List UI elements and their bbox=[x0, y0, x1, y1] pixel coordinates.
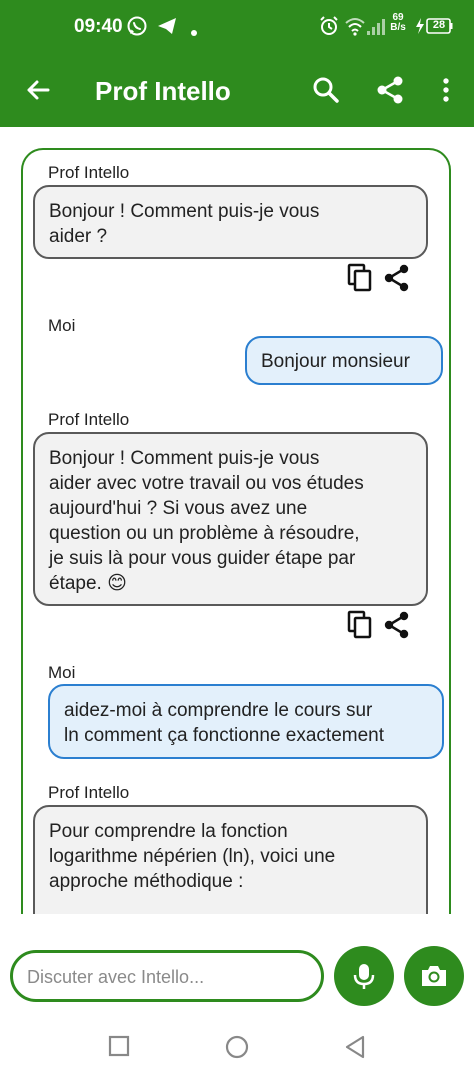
page-title: Prof Intello bbox=[95, 76, 231, 106]
message-sender: Prof Intello bbox=[48, 783, 130, 802]
network-speed: 69 B/s bbox=[388, 13, 408, 33]
message-sender: Moi bbox=[48, 316, 76, 335]
message-line: je suis là pour vous guider étape par bbox=[49, 548, 356, 569]
message-actions bbox=[346, 610, 416, 642]
system-nav-bar bbox=[0, 1010, 474, 1080]
message-line: Bonjour monsieur bbox=[261, 351, 410, 372]
message-line: logarithme népérien (ln), voici une bbox=[49, 846, 336, 867]
message-line: aujourd'hui ? Si vous avez une bbox=[49, 498, 308, 519]
message-line: Pour comprendre la fonction bbox=[49, 821, 288, 842]
status-bar: 09:40 69 B/s 28 bbox=[0, 0, 474, 54]
whatsapp-icon bbox=[126, 15, 148, 42]
message-line: Bonjour ! Comment puis-je vous bbox=[49, 448, 320, 469]
bot-message-bubble[interactable]: Pour comprendre la fonction logarithme n… bbox=[33, 805, 428, 914]
message-line: aidez-moi à comprendre le cours sur bbox=[64, 700, 373, 721]
back-triangle-icon[interactable] bbox=[344, 1035, 366, 1064]
message-line: ln comment ça fonctionne exactement bbox=[64, 725, 385, 746]
bot-message-bubble[interactable]: Bonjour ! Comment puis-je vous aider ave… bbox=[33, 432, 428, 606]
home-circle-icon[interactable] bbox=[225, 1035, 249, 1064]
message-line: aider avec votre travail ou vos études bbox=[49, 473, 364, 494]
bot-message-bubble[interactable]: Bonjour ! Comment puis-je vous aider ? bbox=[33, 185, 428, 259]
recents-square-icon[interactable] bbox=[108, 1035, 130, 1062]
more-vert-icon[interactable] bbox=[430, 74, 462, 106]
message-line: Bonjour ! Comment puis-je vous bbox=[49, 201, 320, 222]
user-message-bubble[interactable]: Bonjour monsieur bbox=[245, 336, 443, 385]
message-sender: Moi bbox=[48, 663, 76, 682]
wifi-icon bbox=[344, 15, 366, 42]
message-line: question ou un problème à résoudre, bbox=[49, 523, 360, 544]
network-speed-unit: B/s bbox=[390, 22, 406, 33]
telegram-icon bbox=[156, 15, 178, 42]
message-line: étape. 😊 bbox=[49, 573, 127, 594]
message-actions bbox=[346, 263, 416, 295]
user-message-bubble[interactable]: aidez-moi à comprendre le cours sur ln c… bbox=[48, 684, 444, 759]
search-icon[interactable] bbox=[310, 74, 342, 106]
notification-dot-icon bbox=[191, 23, 197, 41]
message-sender: Prof Intello bbox=[48, 163, 130, 182]
app-bar: Prof Intello bbox=[0, 54, 474, 127]
chat-input-field[interactable] bbox=[10, 950, 324, 1002]
chat-input[interactable] bbox=[25, 963, 309, 991]
message-line: aider ? bbox=[49, 226, 108, 247]
message-sender: Prof Intello bbox=[48, 410, 130, 429]
battery-level: 28 bbox=[432, 19, 446, 31]
message-line: approche méthodique : bbox=[49, 871, 244, 892]
status-time: 09:40 bbox=[74, 16, 123, 37]
share-icon[interactable] bbox=[374, 74, 406, 106]
alarm-icon bbox=[318, 15, 340, 42]
arrow-left-icon[interactable] bbox=[22, 74, 54, 106]
chat-panel[interactable]: Prof Intello Bonjour ! Comment puis-je v… bbox=[21, 148, 451, 914]
signal-icon bbox=[366, 15, 386, 42]
microphone-button[interactable] bbox=[334, 946, 394, 1006]
camera-button[interactable] bbox=[404, 946, 464, 1006]
